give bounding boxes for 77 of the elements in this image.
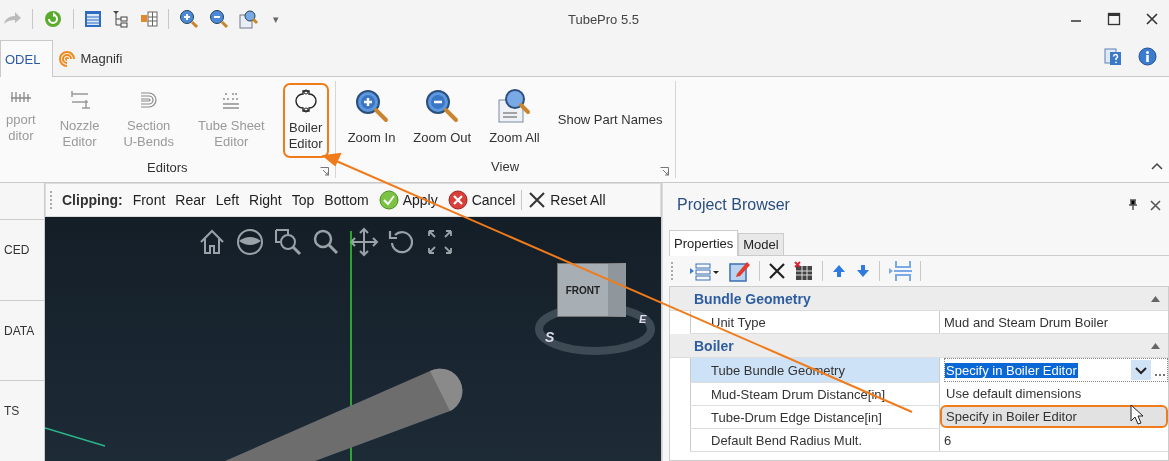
- close-icon[interactable]: [1150, 199, 1161, 211]
- dropdown-option[interactable]: Specify in Boiler Editor: [940, 405, 1168, 428]
- property-value[interactable]: 6: [944, 432, 952, 448]
- dialog-launcher-icon[interactable]: [319, 167, 329, 176]
- clipping-button[interactable]: Left: [211, 190, 244, 210]
- pin-icon[interactable]: [1128, 199, 1138, 211]
- refresh-icon[interactable]: [43, 9, 63, 29]
- checkmark-icon: [378, 190, 399, 210]
- clipping-button[interactable]: Reset All: [524, 189, 610, 211]
- x-icon: [528, 191, 547, 209]
- zoom-window-icon[interactable]: [273, 227, 303, 257]
- delete-icon[interactable]: [768, 262, 786, 280]
- panel-title: Project Browser: [677, 196, 790, 214]
- group-label: Editors: [147, 160, 188, 175]
- customize-menu-arrow[interactable]: ▾: [273, 12, 279, 26]
- clipping-button[interactable]: Bottom: [320, 190, 373, 210]
- compass-letter[interactable]: E: [639, 313, 647, 325]
- zoom-in-icon[interactable]: [179, 9, 199, 29]
- ribbon-tab[interactable]: Magnifi: [53, 40, 138, 76]
- axis-line: [45, 427, 106, 447]
- zoom-all-icon[interactable]: [239, 9, 259, 29]
- move-icon[interactable]: [349, 227, 379, 257]
- zoom-in-icon: [353, 88, 390, 124]
- collapse-arrow-icon[interactable]: [1151, 342, 1160, 349]
- zoom-out-icon[interactable]: [209, 9, 229, 29]
- help-icon[interactable]: [1104, 48, 1122, 66]
- ribbon-button[interactable]: Zoom In: [341, 83, 402, 152]
- delete-table-icon[interactable]: [794, 261, 814, 281]
- category-header[interactable]: Bundle Geometry: [694, 290, 811, 307]
- cancel-icon: [447, 190, 468, 210]
- search-icon[interactable]: [311, 227, 341, 257]
- clipping-button[interactable]: Front: [128, 190, 170, 210]
- maximize-icon[interactable]: [1107, 12, 1121, 26]
- list-dropdown-icon[interactable]: [689, 261, 721, 281]
- mouse-pointer-icon: [1130, 404, 1144, 426]
- dropdown-option[interactable]: Use default dimensions: [940, 382, 1168, 405]
- view-cube[interactable]: FRONT: [557, 263, 626, 317]
- side-tab[interactable]: CED: [0, 219, 44, 280]
- tree-icon[interactable]: [112, 10, 130, 28]
- panel-tab[interactable]: Model: [738, 233, 784, 255]
- compass-letter[interactable]: S: [545, 329, 555, 345]
- close-icon[interactable]: [1145, 12, 1159, 26]
- spiral-icon: [58, 49, 77, 68]
- side-tab[interactable]: TS: [0, 380, 44, 441]
- edit-icon[interactable]: [729, 260, 751, 282]
- clipping-button[interactable]: Right: [245, 190, 286, 210]
- table-icon[interactable]: [84, 10, 102, 28]
- boiler-icon: [294, 88, 317, 114]
- ribbon-button[interactable]: Show Part Names: [551, 83, 669, 157]
- ribbon-tab[interactable]: ODEL: [0, 40, 54, 77]
- dropdown-field[interactable]: Specify in Boiler Editor: [944, 358, 1168, 382]
- property-name[interactable]: Default Bend Radius Mult.: [690, 429, 940, 451]
- dialog-launcher-icon[interactable]: [659, 167, 669, 176]
- property-value[interactable]: Mud and Steam Drum Boiler: [944, 314, 1108, 330]
- zoom-all-icon: [496, 88, 533, 124]
- ribbon-button[interactable]: Boiler Editor: [282, 83, 329, 158]
- panel-tab[interactable]: Properties: [669, 230, 739, 256]
- fullscreen-icon[interactable]: [425, 227, 455, 257]
- arrow-down-icon[interactable]: [855, 263, 871, 279]
- clipping-label: Clipping:: [62, 192, 123, 208]
- ribbon-button[interactable]: Zoom All: [483, 83, 546, 152]
- window-title: TubePro 5.5: [566, 11, 641, 27]
- category-header[interactable]: Boiler: [694, 337, 734, 354]
- zoom-out-icon: [424, 88, 461, 124]
- clipping-button[interactable]: Rear: [171, 190, 210, 210]
- ribbon-button[interactable]: Zoom Out: [407, 83, 478, 152]
- clipping-button[interactable]: Top: [287, 190, 319, 210]
- group-label: View: [491, 159, 520, 174]
- viewport-3d[interactable]: FRONT S E: [45, 217, 661, 461]
- side-tab[interactable]: DATA: [0, 299, 44, 361]
- collapse-ribbon-icon[interactable]: [1151, 162, 1163, 170]
- info-icon[interactable]: [1138, 47, 1157, 66]
- clipping-button[interactable]: Cancel: [443, 188, 520, 212]
- collapse-arrow-icon[interactable]: [1151, 295, 1160, 302]
- columns-icon[interactable]: [140, 10, 158, 28]
- arrow-up-icon[interactable]: [831, 263, 847, 279]
- eye-icon[interactable]: [235, 227, 265, 257]
